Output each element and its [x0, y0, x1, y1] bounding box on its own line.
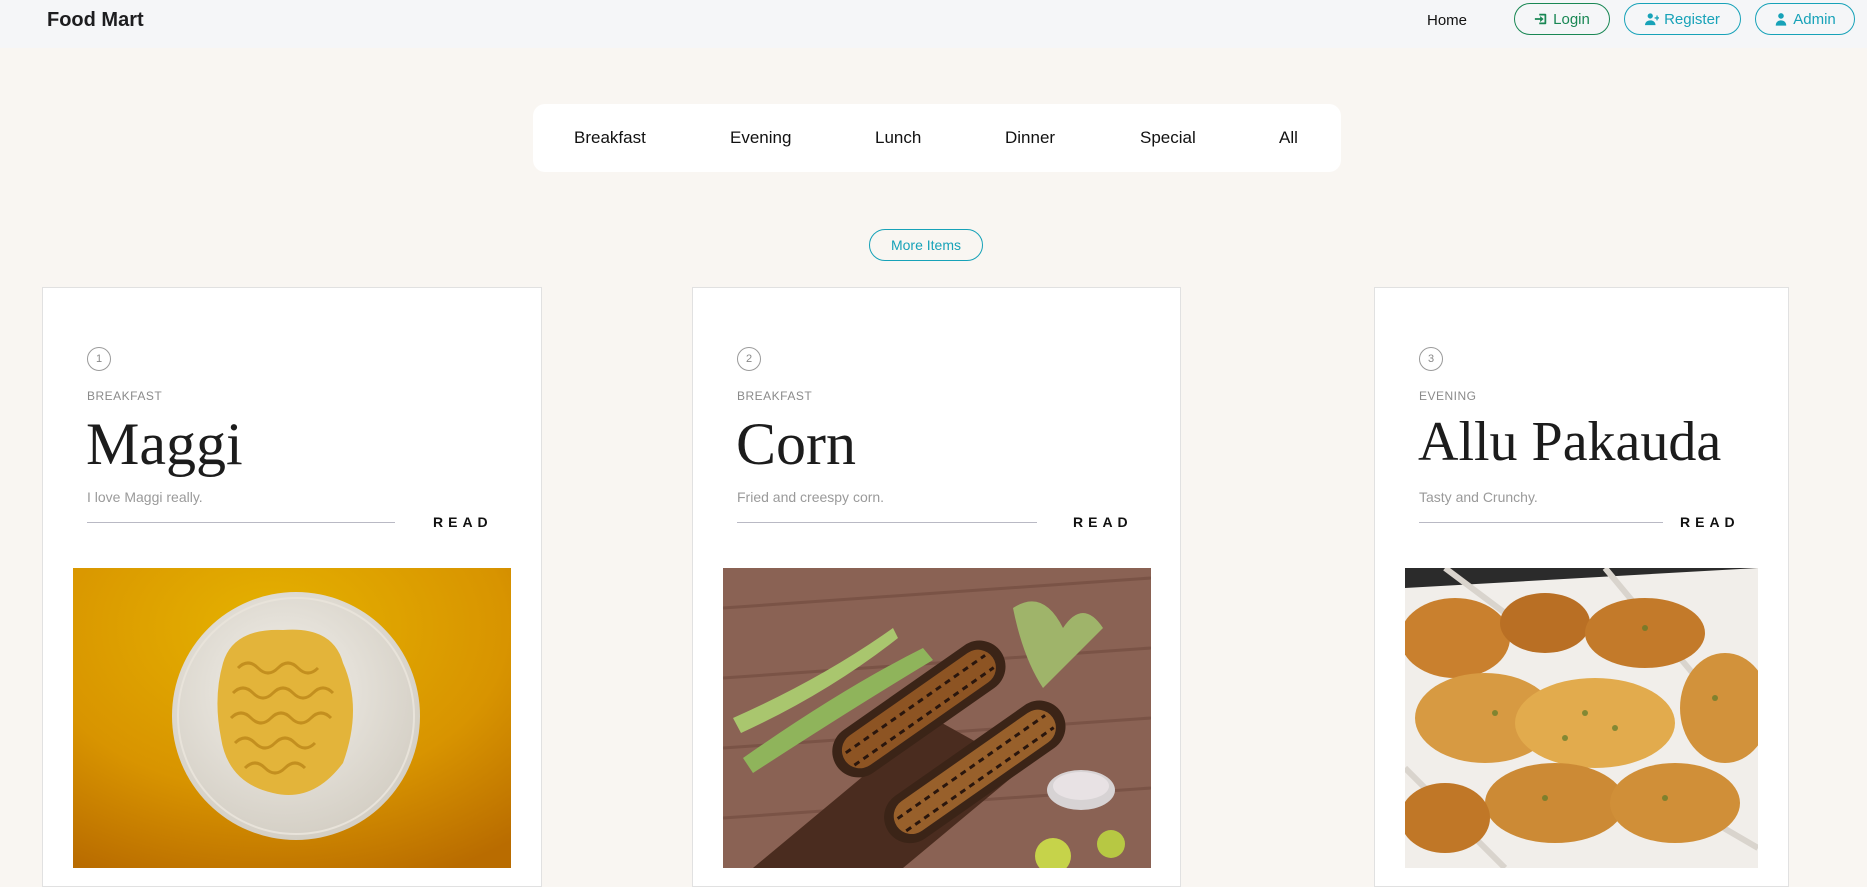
read-link[interactable]: READ: [1680, 514, 1740, 530]
brand-logo[interactable]: Food Mart: [47, 9, 144, 32]
card-number: 3: [1419, 347, 1443, 371]
card-title: Corn: [736, 411, 856, 477]
food-card: 1 BREAKFAST Maggi I love Maggi really. R…: [42, 287, 542, 887]
category-lunch[interactable]: Lunch: [875, 128, 921, 148]
sign-in-icon: [1535, 13, 1547, 25]
maggi-image: [73, 568, 511, 868]
card-divider: [1419, 522, 1663, 523]
user-icon: [1775, 13, 1787, 26]
card-divider: [87, 522, 395, 523]
register-label: Register: [1664, 10, 1720, 28]
allu-pakauda-image: [1405, 568, 1758, 868]
card-number: 1: [87, 347, 111, 371]
card-divider: [737, 522, 1037, 523]
card-category: EVENING: [1419, 389, 1477, 403]
card-description: Fried and creespy corn.: [737, 489, 885, 505]
card-title: Maggi: [86, 411, 243, 477]
corn-image: [723, 568, 1151, 868]
card-category: BREAKFAST: [87, 389, 163, 403]
category-all[interactable]: All: [1279, 128, 1298, 148]
category-breakfast[interactable]: Breakfast: [574, 128, 646, 148]
card-description: Tasty and Crunchy.: [1419, 489, 1538, 505]
admin-label: Admin: [1793, 10, 1836, 28]
user-plus-icon: [1645, 13, 1660, 26]
category-special[interactable]: Special: [1140, 128, 1196, 148]
admin-button[interactable]: Admin: [1755, 3, 1855, 35]
read-link[interactable]: READ: [1073, 514, 1133, 530]
read-link[interactable]: READ: [433, 514, 493, 530]
food-card: 2 BREAKFAST Corn Fried and creespy corn.…: [692, 287, 1181, 887]
login-label: Login: [1553, 10, 1590, 28]
navbar: Food Mart Home Login Register Admin: [0, 0, 1867, 48]
card-category: BREAKFAST: [737, 389, 813, 403]
food-card: 3 EVENING Allu Pakauda Tasty and Crunchy…: [1374, 287, 1789, 887]
login-button[interactable]: Login: [1514, 3, 1610, 35]
card-description: I love Maggi really.: [87, 489, 203, 505]
category-filter-bar: Breakfast Evening Lunch Dinner Special A…: [533, 104, 1341, 172]
register-button[interactable]: Register: [1624, 3, 1741, 35]
more-items-button[interactable]: More Items: [869, 229, 983, 261]
card-title: Allu Pakauda: [1418, 411, 1722, 473]
nav-home-link[interactable]: Home: [1427, 12, 1467, 29]
category-dinner[interactable]: Dinner: [1005, 128, 1055, 148]
category-evening[interactable]: Evening: [730, 128, 791, 148]
card-number: 2: [737, 347, 761, 371]
